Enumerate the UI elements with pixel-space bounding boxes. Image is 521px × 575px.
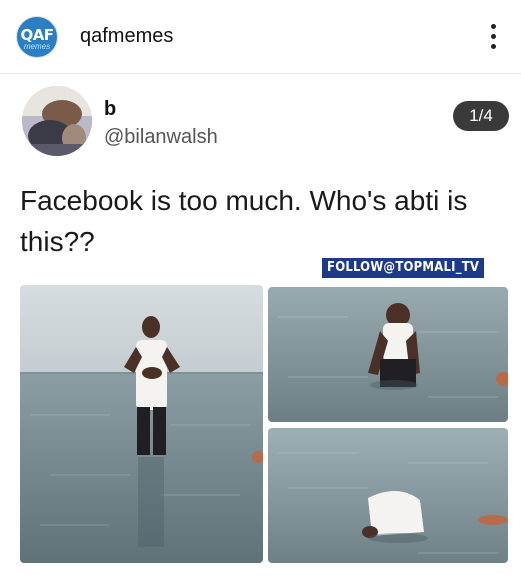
account-username[interactable]: qafmemes — [80, 25, 173, 48]
tweet-author-avatar[interactable] — [22, 86, 92, 156]
tweet-author-name[interactable]: b — [104, 98, 116, 121]
photo-man-bending[interactable] — [268, 287, 508, 422]
media-counter-badge: 1/4 — [453, 101, 509, 131]
more-vertical-icon[interactable] — [488, 22, 498, 52]
tweet-author-handle[interactable]: @bilanwalsh — [104, 126, 218, 149]
photo-man-head-in-water[interactable] — [268, 428, 508, 563]
photo-man-standing[interactable] — [20, 285, 263, 563]
watermark-label: FOLLOW@TOPMALI_TV — [322, 258, 485, 278]
tweet-text: Facebook is too much. Who's abti is this… — [20, 185, 468, 257]
post-header: QAF memes qafmemes — [0, 0, 521, 74]
avatar-logo-sub: memes — [23, 42, 51, 51]
account-avatar[interactable]: QAF memes — [16, 16, 58, 58]
